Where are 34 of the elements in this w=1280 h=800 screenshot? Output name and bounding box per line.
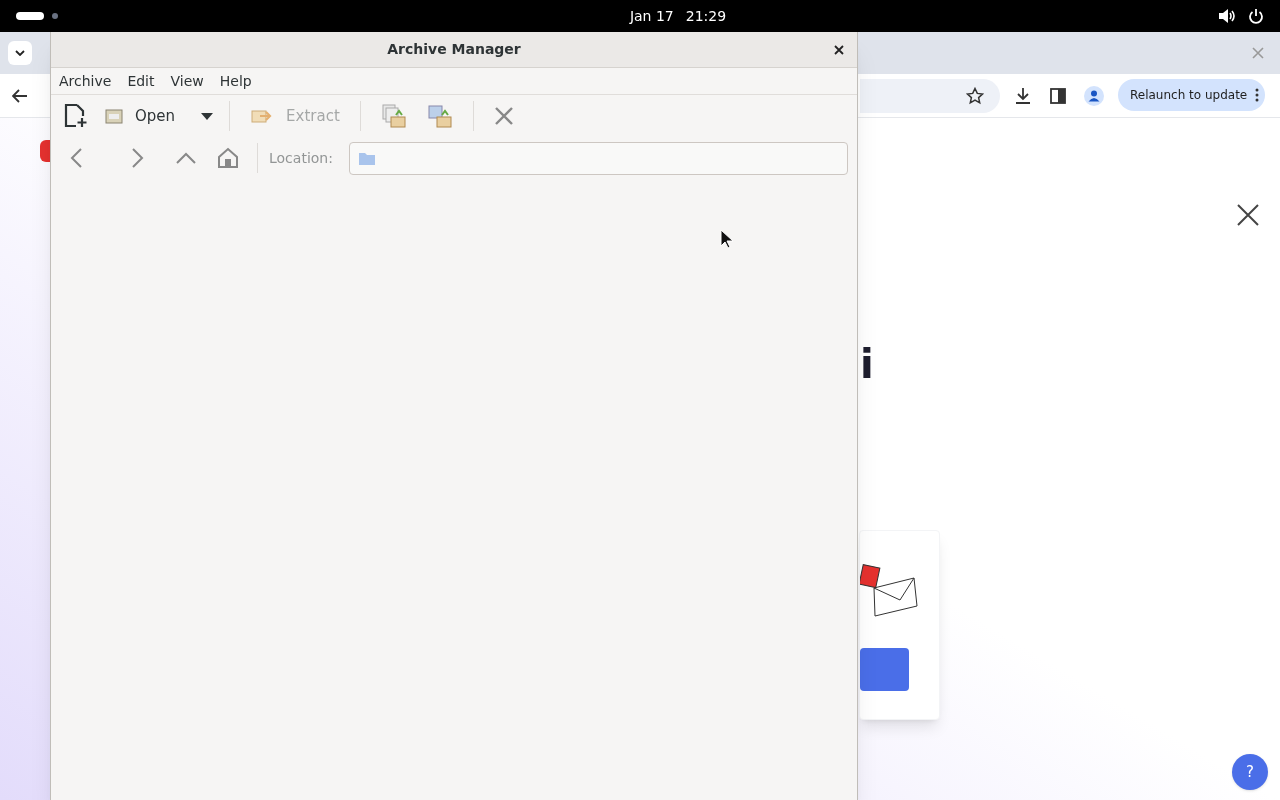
heading-text: i — [860, 344, 874, 384]
stop-icon[interactable] — [493, 106, 514, 126]
clock-text[interactable]: 21:29 — [685, 5, 727, 27]
folder-icon — [105, 108, 123, 124]
close-icon[interactable] — [1237, 204, 1259, 226]
profile-icon[interactable] — [1084, 86, 1104, 106]
side-panel-icon[interactable] — [1050, 88, 1066, 104]
menu-item[interactable]: View — [170, 70, 204, 92]
power-icon[interactable] — [1248, 8, 1264, 24]
more-icon — [1255, 88, 1260, 102]
dropdown-arrow-icon[interactable] — [201, 112, 214, 120]
workspace-indicator-icon[interactable] — [16, 12, 44, 20]
home-icon[interactable] — [217, 147, 239, 169]
chevron-down-icon — [15, 50, 25, 56]
tab-list-button[interactable] — [8, 41, 32, 65]
menu-item[interactable]: Edit — [127, 70, 155, 92]
envelope-icon — [860, 562, 918, 618]
window-title: Archive Manager — [387, 40, 521, 59]
open-button[interactable]: Open — [101, 104, 180, 128]
star-icon[interactable] — [966, 87, 984, 105]
back-arrow-icon[interactable] — [12, 88, 28, 103]
location-field[interactable] — [348, 141, 848, 175]
location-label: Location: — [269, 148, 333, 168]
folder-icon — [357, 150, 376, 166]
download-icon[interactable] — [1014, 87, 1032, 105]
relaunch-button[interactable]: Relaunch to update — [1118, 79, 1266, 111]
mouse-cursor-icon — [720, 229, 734, 249]
date-text[interactable]: Jan 17 — [629, 5, 674, 27]
menu-item[interactable]: Archive — [59, 70, 112, 92]
help-button[interactable]: ? — [1232, 754, 1268, 790]
new-document-icon[interactable] — [63, 103, 89, 129]
menu-item[interactable]: Help — [219, 70, 252, 92]
close-icon[interactable] — [834, 45, 844, 55]
speaker-icon[interactable] — [1218, 8, 1236, 24]
